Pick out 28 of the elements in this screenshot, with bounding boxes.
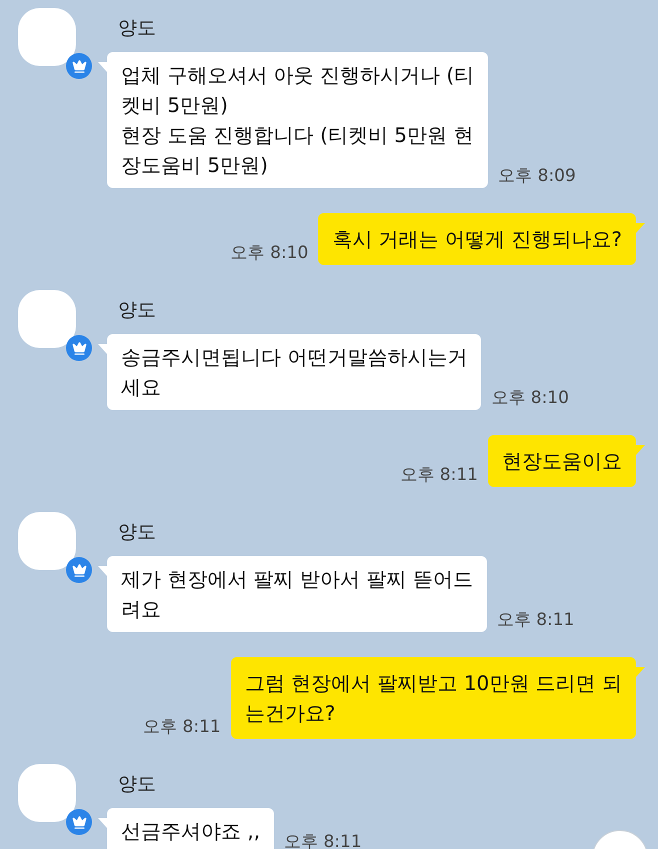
crown-icon [66, 809, 92, 835]
message-bubble: 현장도움이요 [488, 435, 636, 487]
avatar[interactable] [18, 8, 76, 66]
crown-icon [66, 557, 92, 583]
crown-icon [66, 53, 92, 79]
avatar[interactable] [18, 290, 76, 348]
bubble-tail [636, 223, 645, 233]
sender-name: 양도 [118, 16, 156, 40]
sender-name: 양도 [118, 520, 156, 544]
crown-icon [66, 335, 92, 361]
message-time: 오후 8:11 [400, 464, 478, 486]
message-bubble: 업체 구해오셔서 아웃 진행하시거나 (티 켓비 5만원) 현장 도움 진행합니다 (티켓비 5만원 현 장도움비 5만원) [107, 52, 488, 188]
message-bubble: 선금주셔야죠 ,, [107, 808, 274, 849]
sender-name: 양도 [118, 772, 156, 796]
message-time: 오후 8:09 [498, 165, 576, 187]
message-bubble: 송금주시면됩니다 어떤거말씀하시는거 세요 [107, 334, 482, 410]
message-bubble: 혹시 거래는 어떻게 진행되나요? [318, 213, 636, 265]
message-time: 오후 8:10 [230, 242, 308, 264]
message-bubble: 그럼 현장에서 팔찌받고 10만원 드리면 되 는건가요? [230, 657, 636, 739]
message-time: 오후 8:11 [143, 716, 221, 738]
message-bubble: 제가 현장에서 팔찌 받아서 팔찌 뜯어드 려요 [107, 556, 487, 632]
message-time: 오후 8:11 [496, 609, 574, 631]
sender-name: 양도 [118, 298, 156, 322]
bubble-tail [636, 667, 645, 677]
avatar[interactable] [18, 512, 76, 570]
avatar[interactable] [18, 764, 76, 822]
bubble-tail [636, 445, 645, 455]
message-time: 오후 8:10 [491, 387, 569, 409]
